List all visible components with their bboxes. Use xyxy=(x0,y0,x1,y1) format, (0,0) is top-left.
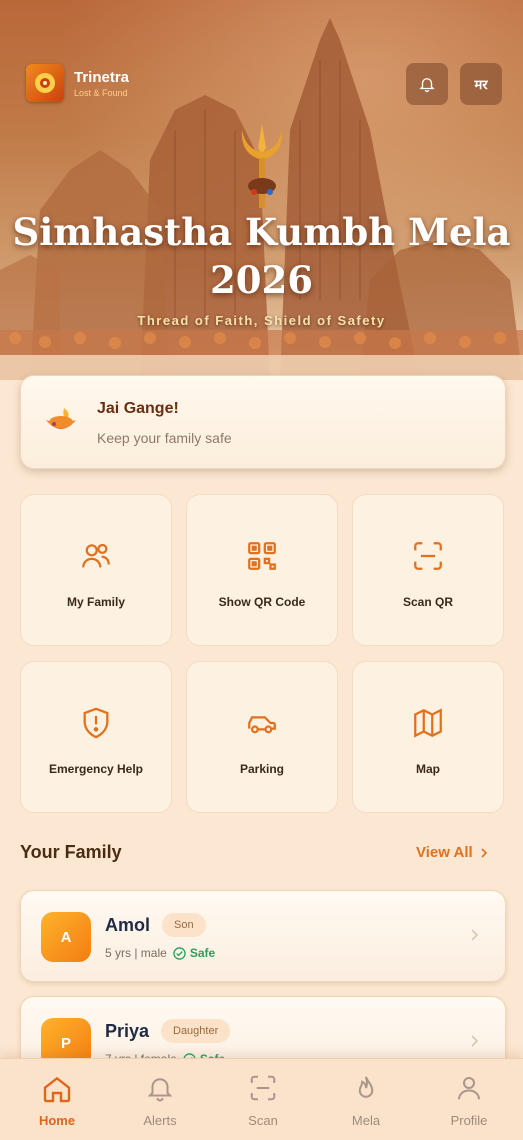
avatar: A xyxy=(41,912,91,962)
qr-code-icon xyxy=(248,542,276,570)
app-name: Trinetra xyxy=(74,68,130,86)
status-badge: Safe xyxy=(173,946,215,960)
bell-icon xyxy=(147,1078,173,1102)
notifications-button[interactable] xyxy=(406,63,448,105)
car-icon xyxy=(248,716,276,734)
member-meta: 5 yrs | male xyxy=(105,946,167,960)
your-family-heading: Your Family xyxy=(20,842,122,862)
diya-icon xyxy=(46,408,76,429)
relation-badge: Son xyxy=(162,913,206,937)
member-name: Amol xyxy=(105,915,150,935)
check-circle-icon xyxy=(173,946,186,960)
emergency-help-label: Emergency Help xyxy=(48,762,144,776)
show-qr-code-label: Show QR Code xyxy=(218,595,306,609)
member-name: Priya xyxy=(105,1021,150,1041)
hero-banner: Trinetra Lost & Found मर Simhastha Kumbh… xyxy=(0,0,523,380)
nav-mela[interactable]: Mela xyxy=(314,1059,418,1140)
map-tile[interactable]: Map xyxy=(352,661,504,813)
family-member-card[interactable]: A Amol Son 5 yrs | male Safe xyxy=(20,890,506,982)
map-icon xyxy=(414,708,442,738)
nav-home[interactable]: Home xyxy=(5,1059,109,1140)
my-family-label: My Family xyxy=(66,595,126,609)
hero-subtitle: Thread of Faith, Shield of Safety xyxy=(137,313,386,328)
user-icon xyxy=(458,1077,480,1100)
users-icon xyxy=(82,543,110,568)
greeting-subtitle: Keep your family safe xyxy=(97,430,232,446)
language-button[interactable]: मर xyxy=(460,63,502,105)
bottom-nav: Home Alerts Scan Mela Profile xyxy=(0,1058,523,1140)
chevron-right-icon xyxy=(471,1035,479,1047)
nav-alerts[interactable]: Alerts xyxy=(108,1059,212,1140)
chevron-right-icon xyxy=(471,929,479,941)
view-all-link[interactable]: View All xyxy=(416,844,489,861)
map-label: Map xyxy=(416,762,440,776)
home-icon xyxy=(43,1076,71,1103)
shield-alert-icon xyxy=(83,707,109,739)
app-tagline: Lost & Found xyxy=(74,87,128,98)
greeting-card: Jai Gange! Keep your family safe xyxy=(20,375,506,469)
emergency-help-tile[interactable]: Emergency Help xyxy=(20,661,172,813)
brand: Trinetra Lost & Found xyxy=(26,64,129,102)
scan-icon xyxy=(250,1075,276,1101)
relation-badge: Daughter xyxy=(161,1019,231,1043)
flame-icon xyxy=(358,1076,374,1098)
nav-profile[interactable]: Profile xyxy=(417,1059,521,1140)
scan-icon xyxy=(414,542,442,570)
nav-scan[interactable]: Scan xyxy=(211,1059,315,1140)
show-qr-code-tile[interactable]: Show QR Code xyxy=(186,494,338,646)
trishul-icon xyxy=(241,124,283,208)
greeting-title: Jai Gange! xyxy=(97,400,179,417)
scan-qr-tile[interactable]: Scan QR xyxy=(352,494,504,646)
trinetra-logo-icon xyxy=(26,64,64,102)
bell-icon xyxy=(419,78,435,93)
scan-qr-label: Scan QR xyxy=(402,595,453,609)
hero-title: Simhastha Kumbh Mela 2026 xyxy=(12,210,511,302)
chevron-right-icon xyxy=(481,847,487,858)
parking-tile[interactable]: Parking xyxy=(186,661,338,813)
my-family-tile[interactable]: My Family xyxy=(20,494,172,646)
parking-label: Parking xyxy=(239,762,284,776)
